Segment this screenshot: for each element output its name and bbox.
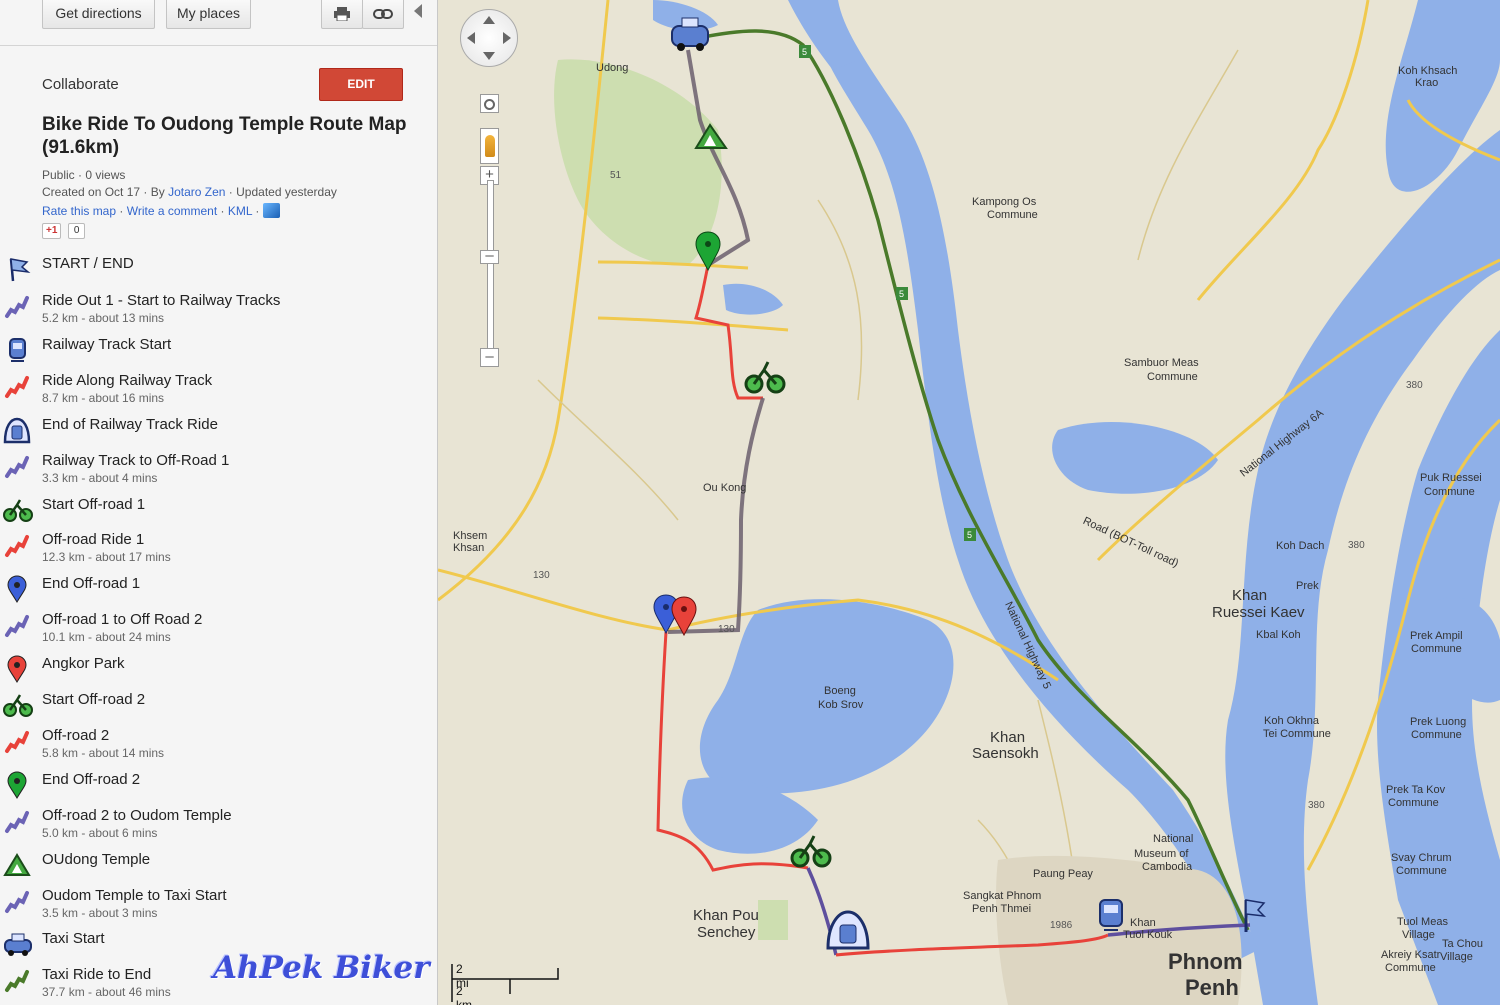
write-comment-link[interactable]: Write a comment: [127, 204, 217, 218]
route-line-purple-icon: [3, 807, 31, 835]
location-button[interactable]: [480, 94, 499, 113]
gplus-widget: +1 0: [42, 220, 86, 239]
route-line-green-icon: [3, 966, 31, 994]
collaborate-link[interactable]: Collaborate: [42, 76, 119, 93]
pan-control[interactable]: [460, 9, 518, 67]
link-button[interactable]: [362, 0, 404, 29]
map-markers: [653, 17, 1267, 950]
green-pin-icon: [3, 771, 31, 799]
watermark-text: AhPek Biker: [213, 950, 430, 986]
author-link[interactable]: Jotaro Zen: [168, 185, 225, 199]
legend-item-label: OUdong Temple: [42, 851, 151, 868]
temple-marker[interactable]: [694, 123, 728, 149]
green-pin-marker[interactable]: [695, 231, 721, 272]
legend-item-label: Start Off-road 1: [42, 496, 146, 513]
zoom-slider-handle[interactable]: –: [480, 248, 499, 264]
zoom-slider[interactable]: [487, 180, 494, 357]
scale-bar: [451, 964, 559, 1002]
kml-link[interactable]: KML: [228, 204, 252, 218]
legend-item-label: Ride Out 1 - Start to Railway Tracks: [42, 292, 281, 309]
edit-button[interactable]: EDIT: [319, 68, 403, 101]
legend-item-label: Taxi Start: [42, 930, 105, 947]
print-icon: [334, 7, 350, 22]
taxi-icon: [3, 930, 32, 958]
blue-pin-icon: [3, 575, 31, 603]
map-visibility: Public · 0 views: [42, 168, 126, 182]
red-pin-icon: [3, 655, 31, 683]
legend-item-label: Railway Track to Off-Road 1: [42, 452, 230, 469]
legend-item-distance: 5.8 km - about 14 mins: [42, 746, 165, 760]
train-icon: [3, 336, 31, 364]
print-button[interactable]: [321, 0, 363, 29]
pegman-icon: [484, 135, 495, 157]
legend-item-distance: 3.5 km - about 3 mins: [42, 906, 158, 920]
legend-item-label: End Off-road 2: [42, 771, 141, 788]
map-canvas[interactable]: 5 5 5 Udong Kampong Os Commune Sambuor Meas…: [438, 0, 1500, 1005]
flag-marker[interactable]: [1244, 899, 1267, 932]
route-line-red-icon: [3, 531, 31, 559]
legend-item-distance: 12.3 km - about 17 mins: [42, 550, 171, 564]
google-earth-icon[interactable]: [262, 203, 280, 218]
legend-item-label: Start Off-road 2: [42, 691, 146, 708]
get-directions-button[interactable]: Get directions: [42, 0, 155, 29]
rate-map-link[interactable]: Rate this map: [42, 204, 116, 218]
sidebar: Get directions My places Collaborate EDI…: [0, 0, 438, 1005]
by-label: By: [150, 185, 165, 199]
legend-item-label: Off-road Ride 1: [42, 531, 145, 548]
legend-item-distance: 3.3 km - about 4 mins: [42, 471, 158, 485]
cyclist-icon: [3, 691, 33, 719]
my-places-button[interactable]: My places: [166, 0, 251, 29]
legend-item-distance: 8.7 km - about 16 mins: [42, 391, 165, 405]
tunnel-train-icon: [3, 416, 31, 444]
collapse-left-icon[interactable]: [414, 4, 422, 18]
map-links: Rate this map · Write a comment · KML ·: [42, 203, 280, 218]
route-line-purple-icon: [3, 611, 31, 639]
legend-item-label: Off-road 2: [42, 727, 110, 744]
target-icon: [484, 99, 495, 110]
legend-item-label: End of Railway Track Ride: [42, 416, 218, 433]
gplus-button[interactable]: +1: [42, 223, 62, 239]
created-text: Created on Oct 17: [42, 185, 141, 199]
legend-item-label: Ride Along Railway Track: [42, 372, 213, 389]
cyclist-icon: [3, 496, 33, 524]
divider: [0, 45, 437, 46]
gplus-count: 0: [67, 223, 86, 239]
cyclist-marker-1[interactable]: [744, 361, 786, 394]
views-count: 0 views: [85, 168, 126, 182]
legend-item-label: Railway Track Start: [42, 336, 172, 353]
pan-arrows-icon: [467, 16, 511, 60]
tunnel-train-marker[interactable]: [826, 910, 870, 950]
flag-icon: [3, 255, 31, 283]
legend-item-label: Oudom Temple to Taxi Start: [42, 887, 227, 904]
legend-item-label: End Off-road 1: [42, 575, 141, 592]
red-pin-marker[interactable]: [671, 596, 697, 637]
legend-item-distance: 10.1 km - about 24 mins: [42, 630, 171, 644]
legend-item-label: Angkor Park: [42, 655, 125, 672]
route-line-purple-icon: [3, 452, 31, 480]
zoom-out-button[interactable]: –: [480, 348, 499, 367]
route-line-purple-icon: [3, 292, 31, 320]
train-marker[interactable]: [1099, 899, 1123, 931]
visibility-text: Public: [42, 168, 75, 182]
cyclist-marker-2[interactable]: [790, 835, 832, 868]
pegman-button[interactable]: [480, 128, 499, 164]
legend-item-label: START / END: [42, 255, 134, 272]
legend-item-distance: 37.7 km - about 46 mins: [42, 985, 171, 999]
legend-item-distance: 5.2 km - about 13 mins: [42, 311, 165, 325]
route-line-purple-icon: [3, 887, 31, 915]
map-title: Bike Ride To Oudong Temple Route Map (91…: [42, 114, 407, 158]
legend-item-label: Off-road 2 to Oudom Temple: [42, 807, 232, 824]
route-line-red-icon: [3, 372, 31, 400]
route-line-red-icon: [3, 727, 31, 755]
legend-item-distance: 5.0 km - about 6 mins: [42, 826, 158, 840]
legend-item-label: Off-road 1 to Off Road 2: [42, 611, 203, 628]
legend-item-label: Taxi Ride to End: [42, 966, 152, 983]
taxi-marker[interactable]: [671, 17, 709, 51]
temple-triangle-icon: [3, 851, 31, 879]
map-created: Created on Oct 17 · By Jotaro Zen · Upda…: [42, 185, 337, 199]
updated-text: Updated yesterday: [236, 185, 337, 199]
link-icon: [373, 9, 393, 19]
